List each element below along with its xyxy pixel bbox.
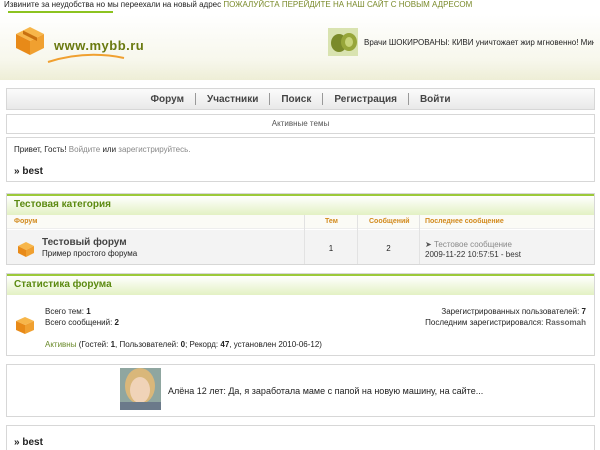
stats-block: Статистика форума Всего тем: 1 Всего соо… <box>6 273 595 356</box>
breadcrumb[interactable]: » best <box>14 166 43 177</box>
banner-text: Алёна 12 лет: Да, я заработала маме с па… <box>168 386 484 396</box>
last-post-date: 2009-11-22 10:57:51 - best <box>425 250 521 259</box>
nav-register[interactable]: Регистрация <box>323 94 408 105</box>
notice-link[interactable]: ПОЖАЛУЙСТА ПЕРЕЙДИТЕ НА НАШ САЙТ С НОВЫМ… <box>223 0 472 9</box>
site-logo[interactable]: www.mybb.ru <box>10 22 144 63</box>
last-registered-user[interactable]: Rassomah <box>546 318 586 327</box>
or-text: или <box>102 145 117 154</box>
forum-topics-count: 1 <box>328 244 334 253</box>
nav-login[interactable]: Войти <box>409 94 462 105</box>
notice-underline <box>8 11 113 13</box>
arrow-right-icon: ➤ <box>425 240 432 249</box>
register-link[interactable]: зарегистрируйтесь. <box>118 145 190 154</box>
welcome-text: Привет, Гость! Войдите или зарегистрируй… <box>14 145 191 154</box>
forum-posts-count: 2 <box>386 244 391 253</box>
last-registered: Последним зарегистрировался: Rassomah <box>425 318 586 327</box>
column-divider <box>304 215 305 264</box>
site-header: www.mybb.ru Врачи ШОКИРОВАНЫ: КИВИ уничт… <box>0 14 600 80</box>
forum-name[interactable]: Тестовый форум <box>42 237 127 248</box>
category-title[interactable]: Тестовая категория <box>7 194 594 215</box>
registered-users: Зарегистрированных пользователей: 7 <box>441 307 586 316</box>
footer-breadcrumb[interactable]: » best <box>14 437 43 448</box>
forum-box-icon <box>18 242 34 257</box>
kiwi-ad-image <box>328 28 358 56</box>
greeting: Привет, Гость! <box>14 145 67 154</box>
header-ad[interactable]: Врачи ШОКИРОВАНЫ: КИВИ уничтожает жир мг… <box>328 28 594 56</box>
footer-breadcrumb-box: » best <box>6 425 595 450</box>
column-divider <box>357 215 358 264</box>
nav-forum[interactable]: Форум <box>140 94 195 105</box>
column-divider <box>419 215 420 264</box>
column-header-row <box>7 215 594 229</box>
column-posts: Сообщений <box>369 218 410 225</box>
notice-text: Извините за неудобства но мы переехали н… <box>4 0 222 9</box>
last-post[interactable]: ➤ Тестовое сообщение <box>425 240 512 249</box>
total-topics: Всего тем: 1 <box>45 307 91 316</box>
total-posts: Всего сообщений: 2 <box>45 318 119 327</box>
column-topics: Тем <box>325 218 338 225</box>
banner-ad[interactable]: Алёна 12 лет: Да, я заработала маме с па… <box>6 364 595 417</box>
active-users-link[interactable]: Активны <box>45 340 76 349</box>
ad-text: Врачи ШОКИРОВАНЫ: КИВИ уничтожает жир мг… <box>364 37 594 47</box>
column-last-post: Последнее сообщение <box>425 218 504 225</box>
column-forum: Форум <box>14 218 38 225</box>
forum-description: Пример простого форума <box>42 249 138 258</box>
girl-photo <box>120 368 161 410</box>
stats-title: Статистика форума <box>7 274 594 295</box>
active-users: Активны (Гостей: 1, Пользователей: 0; Ре… <box>45 340 322 349</box>
category-block: Тестовая категория Форум Тем Сообщений П… <box>6 193 595 265</box>
main-nav: Форум Участники Поиск Регистрация Войти <box>6 88 595 110</box>
nav-members[interactable]: Участники <box>196 94 269 105</box>
welcome-box: Привет, Гость! Войдите или зарегистрируй… <box>6 137 595 182</box>
last-post-title: Тестовое сообщение <box>433 240 512 249</box>
stats-box-icon <box>16 317 34 334</box>
login-link[interactable]: Войдите <box>69 145 100 154</box>
logo-swoosh <box>47 53 125 63</box>
logo-box-icon <box>16 27 44 55</box>
logo-text: www.mybb.ru <box>54 38 145 53</box>
nav-search[interactable]: Поиск <box>270 94 322 105</box>
active-topics-link[interactable]: Активные темы <box>6 114 595 134</box>
